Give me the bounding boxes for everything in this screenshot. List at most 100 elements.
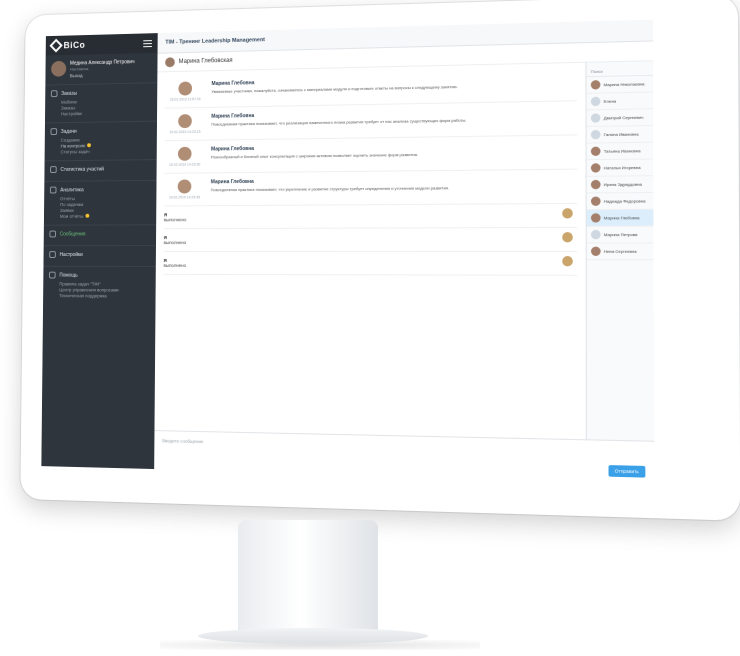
avatar — [590, 229, 601, 240]
avatar — [562, 208, 573, 219]
nav-item[interactable]: Настройки — [51, 110, 152, 118]
avatar — [590, 146, 601, 157]
nav-label: Помощь — [59, 272, 78, 279]
contact-item[interactable]: Дмитрий Сергеевич — [586, 109, 654, 127]
nav-section-analytics: Аналитика Отчёты По задачам Заявки Мои о… — [43, 180, 157, 226]
app-screen: BiCo Медина Александр Петрович Наставник… — [41, 19, 655, 483]
nav-label: Сообщения — [59, 230, 86, 237]
stats-icon — [50, 166, 57, 174]
notification-badge — [85, 213, 89, 218]
contact-item[interactable]: Татьяна Ивановна — [586, 142, 654, 161]
user-card: Медина Александр Петрович Наставник Выхо… — [45, 52, 158, 86]
nav-section-messages: Сообщения — [43, 225, 157, 247]
message: 19.02.2019 14:23:36 Марина Глебовна Повсе… — [164, 169, 578, 207]
message-author: Марина Глебовна — [210, 178, 254, 186]
user-role: Наставник — [69, 66, 89, 72]
nav-head-stats[interactable]: Статистика участий — [50, 165, 151, 174]
nav-section-orders: Заказы Мобили Заказы Настройки — [44, 83, 158, 124]
nav-head-orders[interactable]: Заказы — [50, 88, 152, 98]
reply-message: Я выполнено — [163, 251, 578, 276]
monitor-base — [198, 628, 428, 644]
notification-badge — [87, 143, 92, 148]
analytics-icon — [49, 186, 57, 194]
contact-item[interactable]: Галина Ивановна — [586, 125, 654, 144]
nav-label: Аналитика — [60, 186, 84, 193]
logo-text: BiCo — [63, 39, 86, 51]
nav-item[interactable]: Статусы задач — [50, 148, 151, 155]
message-text: Разнообразный и богатый опыт консультаци… — [210, 151, 419, 160]
message-time: 19.02.2019 14:23:36 — [168, 195, 201, 200]
nav-label: Статистика участий — [60, 166, 104, 173]
contact-item[interactable]: Надежда Федоровна — [586, 193, 654, 211]
message-text: Повседневная практика показывает, что ук… — [210, 185, 450, 193]
message-author: Марина Глебовна — [211, 145, 255, 153]
nav-item[interactable]: Мои отчёты — [50, 213, 151, 219]
tasks-icon — [50, 128, 58, 136]
app-logo[interactable]: BiCo — [49, 38, 86, 53]
nav-label: Заказы — [61, 90, 77, 97]
send-button[interactable]: Отправить — [608, 464, 646, 478]
orders-icon — [50, 90, 58, 98]
logo-icon — [49, 38, 63, 53]
reply-text: выполнено — [163, 217, 187, 223]
avatar — [590, 246, 601, 256]
reply-text: выполнено — [163, 262, 186, 268]
message-list: 15.02.2019 11:57:16 Марина Глебовна Уважа… — [154, 63, 585, 439]
monitor-stand — [238, 520, 378, 642]
nav-section-stats: Статистика участий — [44, 160, 157, 182]
avatar — [590, 80, 601, 90]
avatar — [177, 179, 192, 194]
nav-label: Настройки — [59, 251, 83, 258]
message-time: 19.02.2019 14:23:30 — [169, 162, 201, 167]
nav-label: Задачи — [60, 128, 77, 135]
menu-toggle-icon[interactable] — [143, 39, 152, 47]
contact-item[interactable]: Марина Николаевна — [586, 75, 654, 94]
contact-item[interactable]: Нина Сергеевна — [586, 243, 654, 261]
gear-icon — [49, 251, 56, 258]
chat-content: 15.02.2019 11:57:16 Марина Глебовна Уважа… — [154, 61, 655, 441]
nav-section-tasks: Задачи Создание На контроле Статусы зада… — [44, 121, 157, 162]
message-time: 15.02.2019 11:57:16 — [169, 97, 201, 102]
message: 19.02.2019 14:23:15 Марина Глебовна Повсе… — [164, 101, 578, 142]
avatar — [165, 57, 175, 68]
avatar — [177, 146, 192, 161]
avatar — [590, 213, 601, 223]
contact-item[interactable]: Ирина Эдуардовна — [586, 176, 654, 194]
avatar — [590, 163, 601, 173]
logout-link[interactable]: Выход — [70, 72, 135, 78]
message: 19.02.2019 14:23:30 Марина Глебовна Разно… — [164, 135, 578, 174]
avatar — [590, 179, 601, 190]
message-icon — [49, 230, 57, 238]
reply-message: Я выполнено — [163, 203, 578, 230]
avatar — [178, 114, 192, 129]
nav-head-analytics[interactable]: Аналитика — [49, 186, 151, 194]
nav-section-help: Помощь Правила задач "TIM" Центр управле… — [43, 267, 156, 305]
contact-item-active[interactable]: Марина Глебовна — [586, 209, 654, 227]
nav-head-tasks[interactable]: Задачи — [50, 127, 151, 136]
avatar — [562, 256, 573, 267]
avatar — [590, 96, 601, 107]
avatar — [590, 129, 601, 140]
avatar — [590, 113, 601, 123]
contact-item[interactable]: Марина Петрова — [586, 226, 654, 244]
chat-title: Марина Глебовская — [178, 57, 233, 66]
reply-text: выполнено — [163, 240, 187, 246]
nav-section-settings: Настройки — [43, 246, 156, 267]
nav-head-help[interactable]: Помощь — [48, 271, 150, 279]
help-link[interactable]: Техническая поддержка — [49, 293, 150, 299]
contact-list: Поиск Марина Николаевна Елена Дмитрий Се… — [585, 61, 655, 441]
contact-item[interactable]: Наталья Игоревна — [586, 159, 654, 177]
avatar — [178, 81, 193, 96]
avatar — [590, 196, 601, 206]
sidebar: BiCo Медина Александр Петрович Наставник… — [41, 33, 158, 470]
avatar — [562, 232, 573, 243]
reply-message: Я выполнено — [163, 227, 578, 253]
main-panel: TIM - Тренинг Leadership Management Мари… — [154, 19, 655, 483]
nav-head-messages[interactable]: Сообщения — [49, 230, 150, 238]
avatar — [51, 60, 67, 77]
help-icon — [48, 271, 56, 279]
message-time: 19.02.2019 14:23:15 — [169, 129, 201, 135]
contact-item[interactable]: Елена — [586, 92, 654, 111]
monitor-frame: BiCo Медина Александр Петрович Наставник… — [20, 0, 740, 521]
nav-head-settings[interactable]: Настройки — [49, 251, 150, 258]
